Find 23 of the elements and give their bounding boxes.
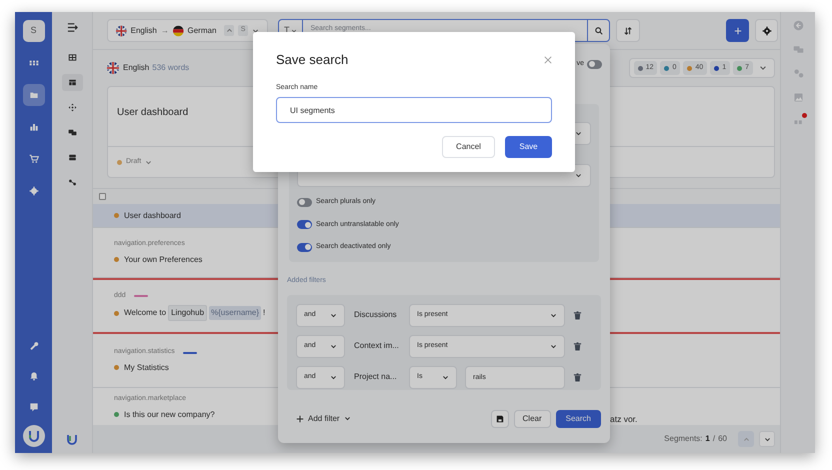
segment-text: My Statistics bbox=[124, 362, 169, 374]
filter-field-label: Discussions bbox=[353, 309, 398, 321]
count-separator: / bbox=[712, 433, 716, 445]
segment-count-label: Segments: bbox=[664, 433, 702, 445]
arrow-label: → bbox=[160, 24, 169, 36]
filter-field-label: Context im... bbox=[353, 340, 400, 352]
segment-text: Your own Preferences bbox=[124, 254, 202, 266]
source-text: User dashboard bbox=[117, 107, 188, 118]
placeholder-tag: Lingohub bbox=[168, 305, 208, 322]
variable-tag: %{username} bbox=[209, 306, 262, 320]
segment-text: Welcome to bbox=[124, 307, 166, 320]
segment-text: User dashboard bbox=[124, 210, 181, 222]
language-label: German bbox=[188, 24, 216, 36]
segment-count: 1 bbox=[705, 433, 710, 445]
language-label: English bbox=[123, 62, 150, 74]
language-label: English bbox=[130, 24, 157, 36]
segment-text: ! bbox=[263, 307, 266, 320]
segment-total: 60 bbox=[718, 433, 727, 445]
filter-field-label: Project na... bbox=[353, 371, 398, 383]
segment-text: Is this our new company? bbox=[124, 408, 215, 421]
dialog-title: Save search bbox=[276, 51, 348, 69]
word-count: 536 words bbox=[152, 62, 190, 74]
translation-text: atz vor. bbox=[610, 413, 638, 426]
